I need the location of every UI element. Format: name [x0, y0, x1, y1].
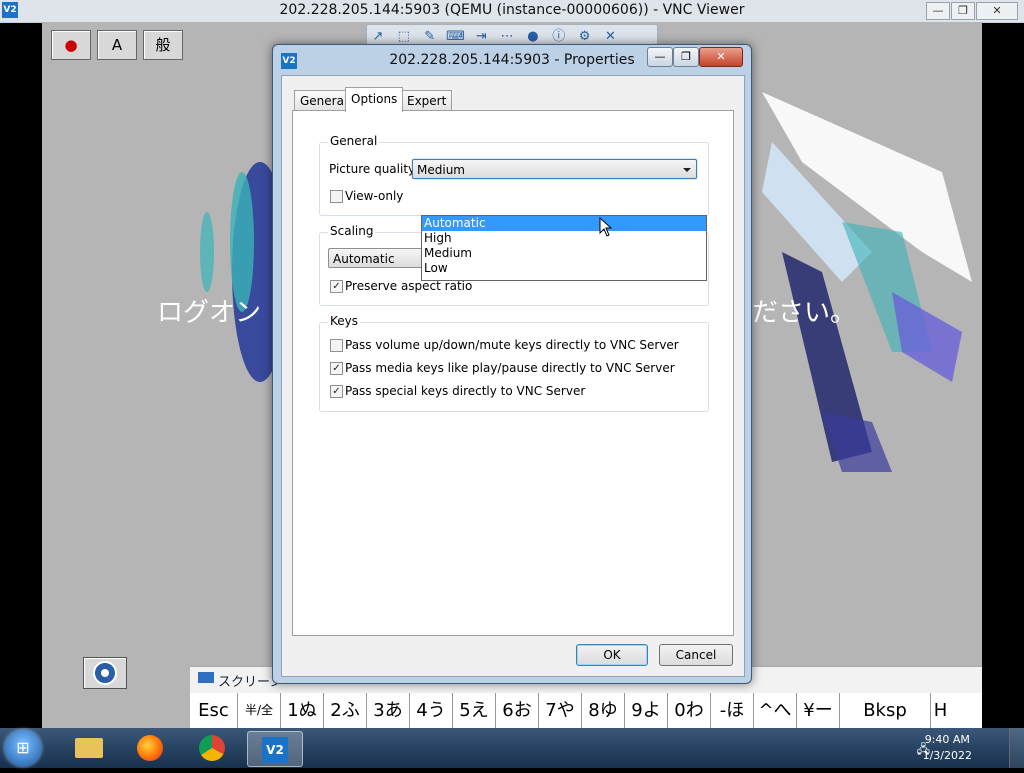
osk-key[interactable]: Esc	[190, 693, 238, 728]
close-icon: ✕	[716, 50, 726, 63]
osk-key[interactable]: -ほ	[711, 693, 754, 728]
tab-options[interactable]: Options	[345, 87, 404, 112]
pass-volume-keys-checkbox[interactable]	[330, 339, 343, 352]
folder-icon	[75, 738, 103, 758]
picture-quality-label: Picture quality:	[329, 162, 419, 176]
firefox-icon	[137, 735, 163, 761]
minimize-icon: —	[654, 50, 666, 63]
quality-option-low[interactable]: Low	[422, 261, 706, 276]
taskbar-explorer[interactable]	[62, 731, 116, 765]
osk-key[interactable]: 2ふ	[324, 693, 367, 728]
scaling-value: Automatic	[333, 252, 395, 266]
properties-dialog: V2 202.228.205.144:5903 - Properties — ❐…	[272, 44, 752, 684]
pass-special-keys-label: Pass special keys directly to VNC Server	[345, 384, 586, 398]
osk-key[interactable]: 5え	[453, 693, 496, 728]
windows-taskbar: ⊞ V2 🖧 9:40 AM 1/3/2022	[0, 728, 1024, 768]
pass-special-keys-checkbox[interactable]: ✓	[330, 385, 343, 398]
keys-group-label: Keys	[328, 314, 361, 328]
taskbar-chrome[interactable]	[185, 731, 239, 765]
window-title: 202.228.205.144:5903 (QEMU (instance-000…	[279, 2, 745, 18]
close-button[interactable]: ✕	[976, 2, 1018, 20]
osk-key[interactable]: 7や	[539, 693, 582, 728]
picture-quality-select[interactable]: Medium	[412, 159, 697, 179]
options-tab-panel: General Picture quality: Medium View-onl…	[292, 110, 734, 636]
dialog-minimize-button[interactable]: —	[647, 47, 673, 67]
osk-key[interactable]: 3あ	[367, 693, 410, 728]
clock-time: 9:40 AM	[924, 733, 970, 746]
quality-option-medium[interactable]: Medium	[422, 246, 706, 261]
ease-of-access-button[interactable]	[83, 657, 127, 689]
general-group: General	[319, 134, 709, 216]
taskbar-clock[interactable]: 9:40 AM 1/3/2022	[923, 732, 972, 764]
dialog-client-area: General Options Expert General Picture q…	[281, 75, 745, 677]
start-button[interactable]: ⊞	[5, 730, 41, 766]
onscreen-keyboard-keys: Esc 半/全 1ぬ 2ふ 3あ 4う 5え 6お 7や 8ゆ 9よ 0わ -ほ…	[190, 693, 982, 728]
chevron-down-icon	[683, 168, 691, 172]
ime-input-button[interactable]: A	[97, 30, 137, 60]
cancel-button[interactable]: Cancel	[659, 644, 733, 666]
quality-option-high[interactable]: High	[422, 231, 706, 246]
show-desktop-button[interactable]	[1009, 728, 1024, 768]
taskbar-vnc-viewer[interactable]: V2	[247, 731, 303, 767]
vnc-viewer-icon: V2	[262, 737, 288, 763]
osk-key[interactable]: ^へ	[754, 693, 797, 728]
chrome-icon	[199, 735, 225, 761]
ease-of-access-icon	[93, 661, 117, 685]
mouse-cursor-icon	[599, 217, 613, 237]
scaling-group-label: Scaling	[328, 224, 376, 238]
pass-media-keys-label: Pass media keys like play/pause directly…	[345, 361, 675, 375]
osk-key[interactable]: 9よ	[625, 693, 668, 728]
preserve-aspect-label: Preserve aspect ratio	[345, 279, 473, 293]
ime-mode-icon: ●	[64, 36, 78, 54]
windows-logo-icon: ⊞	[16, 738, 30, 757]
osk-key[interactable]: 1ぬ	[281, 693, 324, 728]
view-only-label: View-only	[345, 189, 404, 203]
logon-message-left: ログオン	[157, 298, 262, 328]
osk-key[interactable]: 8ゆ	[582, 693, 625, 728]
dialog-close-button[interactable]: ✕	[699, 47, 743, 67]
picture-quality-dropdown-list: Automatic High Medium Low	[421, 215, 707, 281]
pass-media-keys-checkbox[interactable]: ✓	[330, 362, 343, 375]
vnc-viewer-titlebar: V2 202.228.205.144:5903 (QEMU (instance-…	[0, 0, 1024, 23]
ime-mode-button[interactable]: ●	[51, 30, 91, 60]
maximize-button[interactable]: ❐	[951, 2, 975, 20]
osk-key[interactable]: ¥ー	[797, 693, 840, 728]
general-group-label: General	[328, 134, 380, 148]
osk-key[interactable]: 6お	[496, 693, 539, 728]
quality-option-automatic[interactable]: Automatic	[422, 216, 706, 231]
minimize-button[interactable]: —	[926, 2, 950, 20]
maximize-icon: ❐	[681, 50, 691, 63]
osk-key[interactable]: 半/全	[238, 693, 281, 728]
osk-key-backspace[interactable]: Bksp	[840, 693, 931, 728]
osk-key[interactable]: 4う	[410, 693, 453, 728]
clock-date: 1/3/2022	[922, 749, 972, 762]
dialog-maximize-button[interactable]: ❐	[673, 47, 699, 67]
taskbar-firefox[interactable]	[123, 731, 177, 765]
tab-expert[interactable]: Expert	[401, 90, 453, 111]
logon-message-right: ださい。	[752, 298, 857, 328]
pass-volume-keys-label: Pass volume up/down/mute keys directly t…	[345, 338, 679, 352]
preserve-aspect-checkbox[interactable]: ✓	[330, 280, 343, 293]
osk-key[interactable]: 0わ	[668, 693, 711, 728]
view-only-checkbox[interactable]	[330, 190, 343, 203]
keyboard-icon	[198, 672, 214, 683]
picture-quality-value: Medium	[417, 163, 465, 177]
osk-key[interactable]: H	[931, 693, 950, 728]
ok-button[interactable]: OK	[576, 644, 648, 666]
ime-kanji-button[interactable]: 般	[143, 30, 183, 60]
